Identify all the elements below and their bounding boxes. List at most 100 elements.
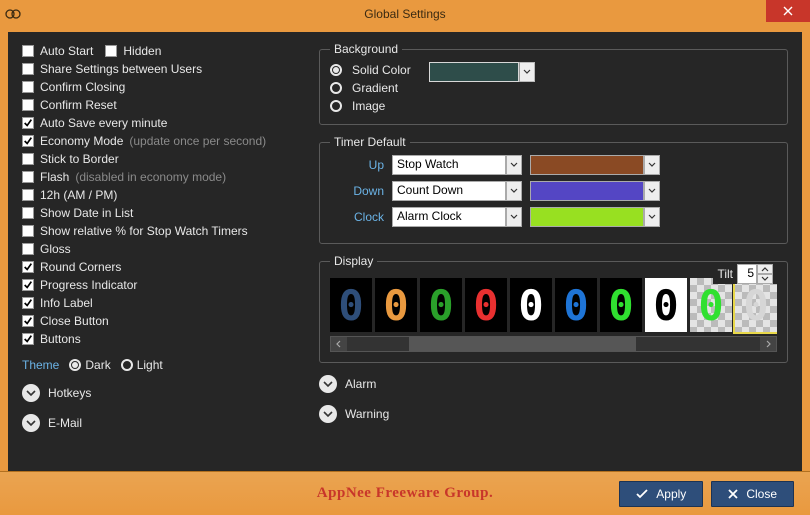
flash-option[interactable]: Flash(disabled in economy mode): [22, 168, 301, 186]
alarm-expander[interactable]: Alarm: [319, 375, 788, 393]
dropdown-button[interactable]: [644, 155, 660, 175]
tilt-value[interactable]: 5: [737, 264, 757, 284]
check-icon: [636, 489, 648, 499]
right-column: Background Solid Color Gradient Image Ti…: [319, 42, 788, 461]
checkbox-icon: [22, 81, 34, 93]
show-date-option[interactable]: Show Date in List: [22, 204, 301, 222]
display-theme-option[interactable]: 0: [600, 278, 642, 332]
12h-option[interactable]: 12h (AM / PM): [22, 186, 301, 204]
theme-label: Theme: [22, 358, 59, 372]
theme-dark-radio[interactable]: Dark: [69, 358, 110, 372]
checkbox-icon: [22, 297, 34, 309]
hidden-option[interactable]: Hidden: [105, 42, 161, 60]
gloss-label: Gloss: [40, 242, 71, 256]
display-theme-option[interactable]: 0: [735, 278, 777, 332]
timer-color-combo[interactable]: [530, 207, 660, 227]
display-theme-option[interactable]: 0: [645, 278, 687, 332]
display-theme-option[interactable]: 0: [555, 278, 597, 332]
close-button-option[interactable]: Close Button: [22, 312, 301, 330]
checkbox-icon: [22, 135, 34, 147]
checkbox-icon: [22, 279, 34, 291]
display-theme-option[interactable]: 0: [510, 278, 552, 332]
share-settings-option[interactable]: Share Settings between Users: [22, 60, 301, 78]
close-icon: [728, 489, 738, 499]
scroll-left-button[interactable]: [331, 337, 347, 351]
confirm-reset-option[interactable]: Confirm Reset: [22, 96, 301, 114]
dropdown-button[interactable]: [506, 207, 522, 227]
checkbox-icon: [22, 261, 34, 273]
solid-color-radio[interactable]: Solid Color: [330, 62, 411, 78]
footer-bar: AppNee Freeware Group. Apply Close: [0, 471, 810, 515]
display-group: Display Tilt 5 0000000000: [319, 254, 788, 363]
dropdown-button[interactable]: [506, 155, 522, 175]
warning-label: Warning: [345, 407, 389, 421]
display-theme-option[interactable]: 0: [330, 278, 372, 332]
tilt-spinner[interactable]: 5: [737, 264, 773, 284]
checkbox-icon: [22, 153, 34, 165]
dropdown-button[interactable]: [644, 181, 660, 201]
checkbox-icon: [105, 45, 117, 57]
auto-start-label: Auto Start: [40, 44, 93, 58]
tilt-down-button[interactable]: [757, 274, 773, 284]
gloss-option[interactable]: Gloss: [22, 240, 301, 258]
info-label-option[interactable]: Info Label: [22, 294, 301, 312]
progress-indicator-option[interactable]: Progress Indicator: [22, 276, 301, 294]
radio-icon: [330, 64, 342, 76]
alarm-label: Alarm: [345, 377, 376, 391]
background-legend: Background: [330, 42, 402, 56]
hotkeys-expander[interactable]: Hotkeys: [22, 384, 301, 402]
economy-mode-option[interactable]: Economy Mode(update once per second): [22, 132, 301, 150]
scroll-thumb[interactable]: [409, 337, 636, 351]
display-theme-option[interactable]: 0: [690, 278, 732, 332]
auto-save-option[interactable]: Auto Save every minute: [22, 114, 301, 132]
display-theme-option[interactable]: 0: [465, 278, 507, 332]
image-radio[interactable]: Image: [330, 98, 411, 114]
buttons-option[interactable]: Buttons: [22, 330, 301, 348]
gradient-radio[interactable]: Gradient: [330, 80, 411, 96]
tilt-up-button[interactable]: [757, 264, 773, 274]
checkbox-icon: [22, 171, 34, 183]
scroll-right-button[interactable]: [760, 337, 776, 351]
radio-icon: [330, 100, 342, 112]
background-group: Background Solid Color Gradient Image: [319, 42, 788, 125]
timer-row-up: UpStop Watch: [330, 155, 777, 175]
checkbox-icon: [22, 243, 34, 255]
stick-border-option[interactable]: Stick to Border: [22, 150, 301, 168]
theme-light-radio[interactable]: Light: [121, 358, 163, 372]
warning-expander[interactable]: Warning: [319, 405, 788, 423]
dropdown-button[interactable]: [644, 207, 660, 227]
apply-button[interactable]: Apply: [619, 481, 703, 507]
share-settings-label: Share Settings between Users: [40, 62, 202, 76]
window-close-button[interactable]: [766, 0, 810, 22]
chevron-down-icon: [22, 414, 40, 432]
checkbox-icon: [22, 207, 34, 219]
timer-name-combo[interactable]: Count Down: [392, 181, 522, 201]
titlebar: Global Settings: [0, 0, 810, 28]
auto-start-option[interactable]: Auto Start: [22, 42, 93, 60]
auto-save-label: Auto Save every minute: [40, 116, 167, 130]
round-corners-option[interactable]: Round Corners: [22, 258, 301, 276]
show-date-label: Show Date in List: [40, 206, 133, 220]
confirm-closing-label: Confirm Closing: [40, 80, 125, 94]
hidden-label: Hidden: [123, 44, 161, 58]
12h-label: 12h (AM / PM): [40, 188, 117, 202]
timer-color-combo[interactable]: [530, 181, 660, 201]
display-theme-option[interactable]: 0: [375, 278, 417, 332]
dropdown-button[interactable]: [519, 62, 535, 82]
dropdown-button[interactable]: [506, 181, 522, 201]
email-label: E-Mail: [48, 416, 82, 430]
email-expander[interactable]: E-Mail: [22, 414, 301, 432]
timer-color-combo[interactable]: [530, 155, 660, 175]
timer-name-combo[interactable]: Stop Watch: [392, 155, 522, 175]
display-theme-option[interactable]: 0: [420, 278, 462, 332]
checkbox-icon: [22, 99, 34, 111]
background-color-picker[interactable]: [429, 62, 535, 82]
close-button[interactable]: Close: [711, 481, 794, 507]
flash-label: Flash: [40, 170, 69, 184]
display-scrollbar[interactable]: [330, 336, 777, 352]
show-relative-option[interactable]: Show relative % for Stop Watch Timers: [22, 222, 301, 240]
stick-border-label: Stick to Border: [40, 152, 119, 166]
confirm-closing-option[interactable]: Confirm Closing: [22, 78, 301, 96]
timer-name-combo[interactable]: Alarm Clock: [392, 207, 522, 227]
progress-indicator-label: Progress Indicator: [40, 278, 137, 292]
